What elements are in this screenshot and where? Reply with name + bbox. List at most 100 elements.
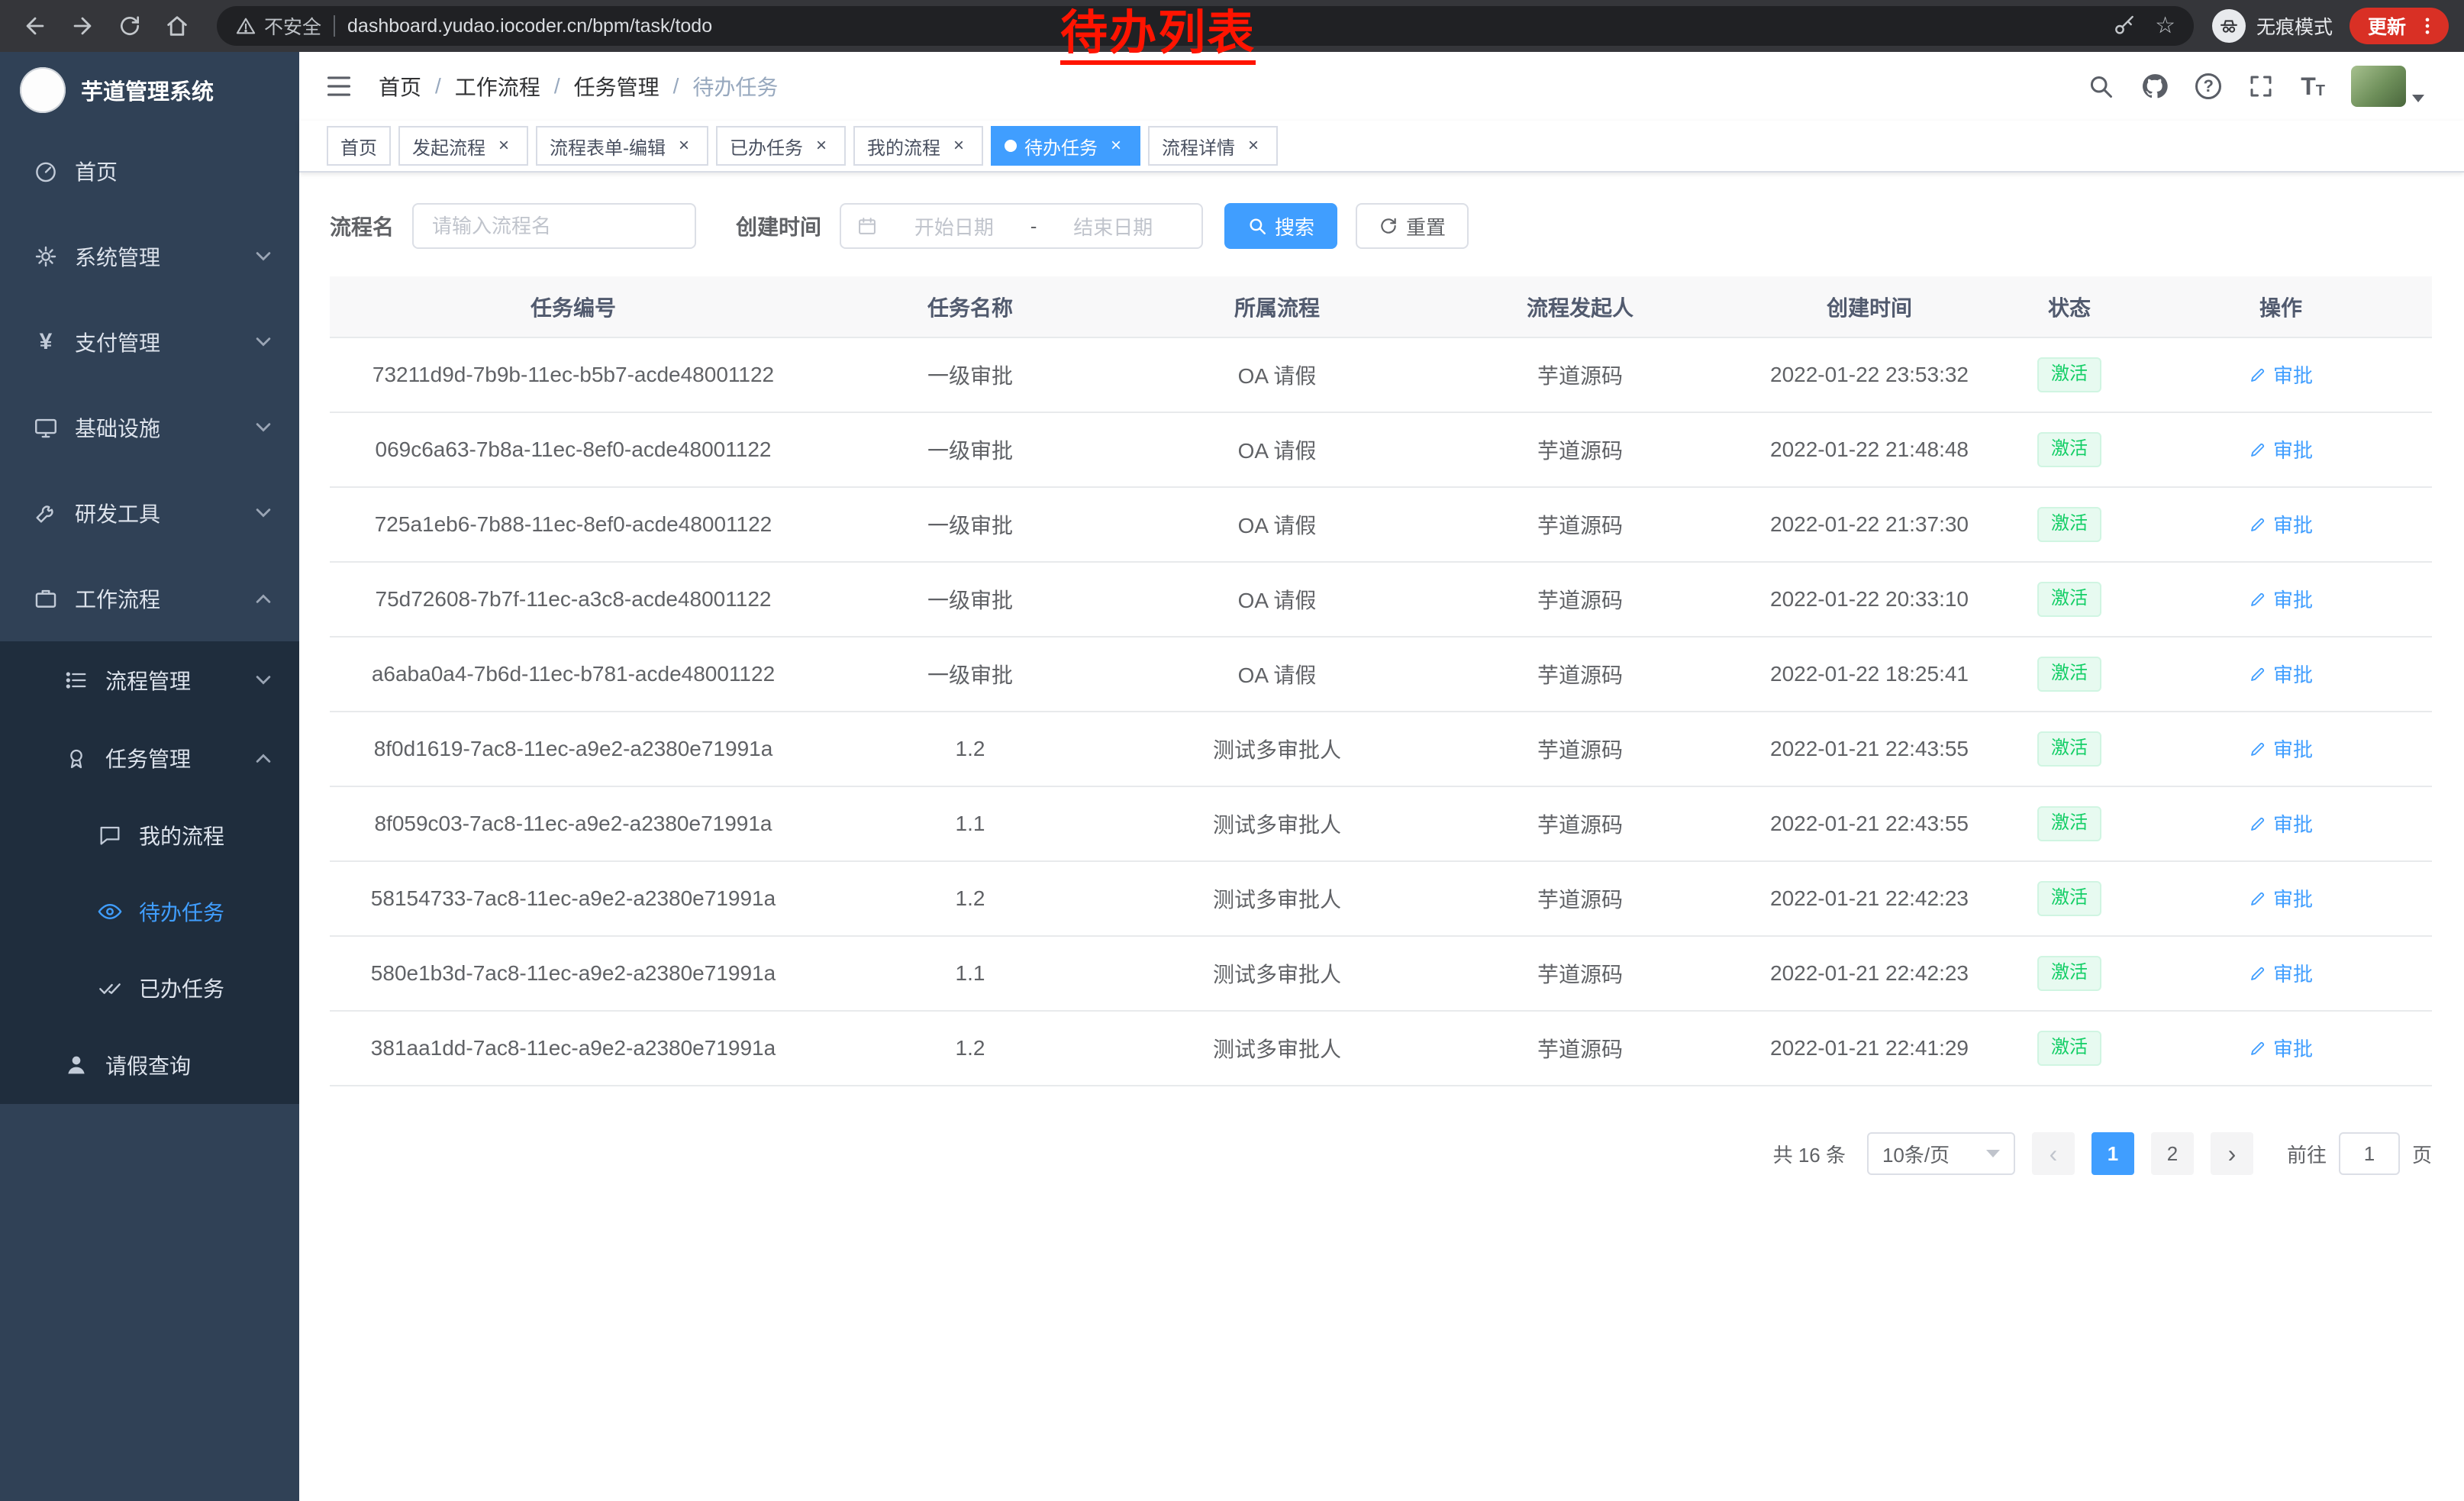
page-button-1[interactable]: 1 <box>2091 1132 2134 1175</box>
edit-icon <box>2249 1039 2267 1057</box>
browser-update-button[interactable]: 更新 <box>2350 8 2449 44</box>
col-process: 所属流程 <box>1124 276 1430 337</box>
sidebar-item-todo-task[interactable]: 待办任务 <box>0 873 299 950</box>
breadcrumb-home[interactable]: 首页 <box>379 71 421 102</box>
edit-icon <box>2249 889 2267 908</box>
approve-link[interactable]: 审批 <box>2249 734 2313 763</box>
sidebar-item-workflow[interactable]: 工作流程 <box>0 556 299 641</box>
status-badge: 激活 <box>2037 806 2101 841</box>
sidebar-item-devtools[interactable]: 研发工具 <box>0 470 299 556</box>
workflow-submenu: 流程管理 任务管理 <box>0 641 299 1104</box>
close-icon[interactable]: × <box>811 135 832 157</box>
fullscreen-button[interactable] <box>2247 73 2275 100</box>
sidebar-item-task-mgmt[interactable]: 任务管理 <box>0 719 299 797</box>
approve-link[interactable]: 审批 <box>2249 360 2313 389</box>
cell-create-time: 2022-01-22 20:33:10 <box>1730 562 2009 637</box>
user-avatar-menu[interactable] <box>2351 66 2424 107</box>
prev-page-button[interactable]: ‹ <box>2032 1132 2075 1175</box>
kebab-menu-icon <box>2417 14 2438 38</box>
start-date-placeholder: 开始日期 <box>881 212 1027 240</box>
badge-icon <box>61 746 92 770</box>
incognito-badge: 无痕模式 <box>2212 9 2333 43</box>
breadcrumb-current: 待办任务 <box>692 71 778 102</box>
sidebar-item-system[interactable]: 系统管理 <box>0 214 299 299</box>
close-icon[interactable]: × <box>1243 135 1264 157</box>
table-row: a6aba0a4-7b6d-11ec-b781-acde48001122 一级审… <box>330 637 2432 712</box>
cell-initiator: 芋道源码 <box>1430 861 1730 936</box>
cell-task-name: 1.2 <box>817 861 1124 936</box>
password-key-icon[interactable] <box>2112 14 2137 38</box>
sidebar-item-done-task[interactable]: 已办任务 <box>0 950 299 1026</box>
approve-link[interactable]: 审批 <box>2249 660 2313 688</box>
close-icon[interactable]: × <box>1105 135 1127 157</box>
approve-link[interactable]: 审批 <box>2249 585 2313 613</box>
col-task-id: 任务编号 <box>330 276 817 337</box>
forward-arrow-icon <box>69 13 95 39</box>
sidebar-item-infra[interactable]: 基础设施 <box>0 385 299 470</box>
help-button[interactable]: ? <box>2195 73 2221 99</box>
table-row: 580e1b3d-7ac8-11ec-a9e2-a2380e71991a 1.1… <box>330 936 2432 1011</box>
approve-link[interactable]: 审批 <box>2249 435 2313 463</box>
approve-link[interactable]: 审批 <box>2249 959 2313 987</box>
cell-status: 激活 <box>2009 1011 2130 1086</box>
next-page-button[interactable]: › <box>2211 1132 2253 1175</box>
sidebar-collapse-button[interactable] <box>322 69 356 103</box>
approve-link[interactable]: 审批 <box>2249 809 2313 838</box>
date-range-picker[interactable]: 开始日期 - 结束日期 <box>840 203 1203 249</box>
font-size-button[interactable]: TT <box>2301 74 2325 98</box>
cell-task-id: 8f059c03-7ac8-11ec-a9e2-a2380e71991a <box>330 786 817 861</box>
cell-task-id: 73211d9d-7b9b-11ec-b5b7-acde48001122 <box>330 337 817 412</box>
tab-process-form-edit[interactable]: 流程表单-编辑 × <box>536 126 708 166</box>
chevron-up-icon <box>255 753 272 763</box>
sidebar-item-home[interactable]: 首页 <box>0 128 299 214</box>
page-button-2[interactable]: 2 <box>2151 1132 2194 1175</box>
browser-home-button[interactable] <box>157 6 197 46</box>
browser-reload-button[interactable] <box>110 6 150 46</box>
tab-home[interactable]: 首页 <box>327 126 391 166</box>
reset-button[interactable]: 重置 <box>1356 203 1469 249</box>
cell-task-name: 一级审批 <box>817 487 1124 562</box>
tab-done-task[interactable]: 已办任务 × <box>716 126 846 166</box>
sidebar-item-leave-query[interactable]: 请假查询 <box>0 1026 299 1104</box>
close-icon[interactable]: × <box>493 135 514 157</box>
cell-status: 激活 <box>2009 562 2130 637</box>
tab-process-detail[interactable]: 流程详情 × <box>1148 126 1278 166</box>
cell-status: 激活 <box>2009 412 2130 487</box>
page-size-select[interactable]: 10条/页 <box>1867 1132 2015 1175</box>
tab-start-process[interactable]: 发起流程 × <box>398 126 528 166</box>
close-icon[interactable]: × <box>948 135 969 157</box>
security-chip[interactable]: 不安全 <box>235 12 321 40</box>
sidebar-item-my-process[interactable]: 我的流程 <box>0 797 299 873</box>
github-link-button[interactable] <box>2140 72 2169 101</box>
goto-page-input[interactable] <box>2339 1132 2400 1175</box>
sidebar-item-payment[interactable]: ¥ 支付管理 <box>0 299 299 385</box>
pagination: 共 16 条 10条/页 ‹ 1 2 › 前往 页 <box>330 1132 2432 1175</box>
cell-task-name: 一级审批 <box>817 412 1124 487</box>
avatar <box>2351 66 2406 107</box>
breadcrumb-task-mgmt[interactable]: 任务管理 <box>574 71 660 102</box>
close-icon[interactable]: × <box>673 135 695 157</box>
breadcrumb-workflow[interactable]: 工作流程 <box>455 71 540 102</box>
cell-task-name: 1.1 <box>817 786 1124 861</box>
approve-link[interactable]: 审批 <box>2249 884 2313 912</box>
cell-task-id: 8f0d1619-7ac8-11ec-a9e2-a2380e71991a <box>330 712 817 786</box>
person-icon <box>61 1053 92 1077</box>
todo-task-table: 任务编号 任务名称 所属流程 流程发起人 创建时间 状态 操作 73211d9d… <box>330 276 2432 1086</box>
tab-my-process[interactable]: 我的流程 × <box>853 126 983 166</box>
search-button[interactable]: 搜索 <box>1224 203 1337 249</box>
browser-back-button[interactable] <box>15 6 55 46</box>
bookmark-star-icon[interactable]: ☆ <box>2155 15 2175 37</box>
browser-forward-button[interactable] <box>63 6 102 46</box>
app-header: 首页 / 工作流程 / 任务管理 / 待办任务 ? <box>299 52 2464 121</box>
col-status: 状态 <box>2009 276 2130 337</box>
header-search-button[interactable] <box>2087 73 2114 100</box>
table-row: 069c6a63-7b8a-11ec-8ef0-acde48001122 一级审… <box>330 412 2432 487</box>
process-name-input[interactable] <box>412 203 696 249</box>
browser-menu-button[interactable] <box>2417 14 2438 38</box>
approve-link[interactable]: 审批 <box>2249 510 2313 538</box>
cell-status: 激活 <box>2009 936 2130 1011</box>
status-badge: 激活 <box>2037 1031 2101 1065</box>
approve-link[interactable]: 审批 <box>2249 1034 2313 1062</box>
sidebar-item-process-mgmt[interactable]: 流程管理 <box>0 641 299 719</box>
tab-todo-task[interactable]: 待办任务 × <box>991 126 1140 166</box>
